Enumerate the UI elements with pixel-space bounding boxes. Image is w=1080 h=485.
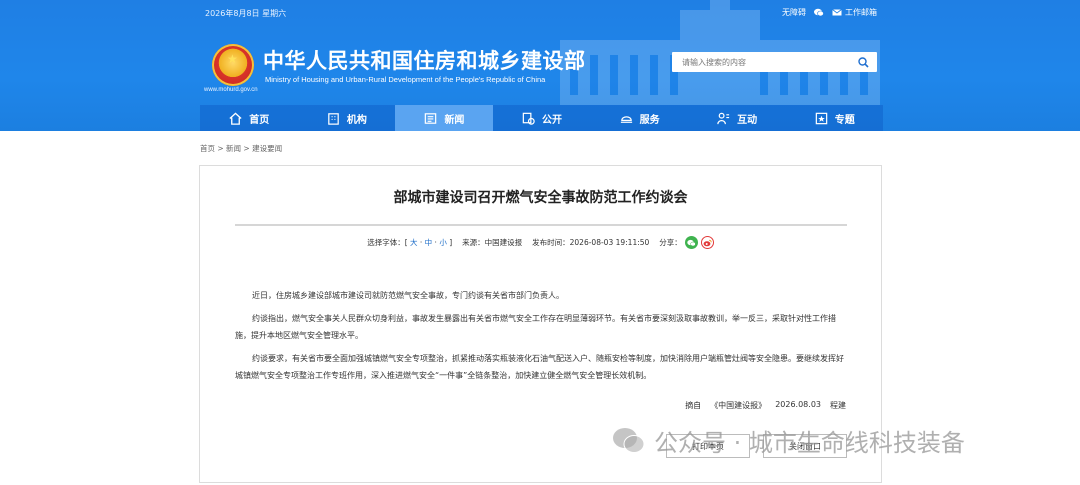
article-paragraph: 约谈指出，燃气安全事关人民群众切身利益，事故发生暴露出有关省市燃气安全工作存在明… [235,314,836,340]
weibo-share-icon[interactable] [700,236,714,249]
search-button[interactable] [849,52,877,72]
font-size-selector: 选择字体：[ 大 · 中 · 小 ] [367,238,453,247]
nav-item-interaction[interactable]: 互动 [688,105,786,131]
site-subtitle: Ministry of Housing and Urban-Rural Deve… [265,75,546,84]
font-size-large[interactable]: 大 [410,238,418,247]
signature-date: 2026.08.03 [775,400,821,409]
nav-label: 互动 [737,114,758,126]
nav-item-home[interactable]: 首页 [200,105,298,131]
share-area: 分享： [659,236,714,249]
signature-publication: 《中国建设报》 [710,401,767,410]
search-icon [857,56,869,68]
article-source: 来源：中国建设报 [462,238,523,247]
article-signature: 摘自 《中国建设报》 2026.08.03 程建 [685,400,846,411]
disclosure-icon [522,112,535,125]
article-paragraph: 约谈要求，有关省市要全面加强城镇燃气安全专项整治，抓紧推动落实瓶装液化石油气配送… [235,354,844,380]
watermark-text: 公众号 · 城市生命线科技装备 [654,429,965,457]
nav-label: 公开 [542,114,563,126]
breadcrumb[interactable]: 首页 > 新闻 > 建设要闻 [200,143,282,154]
watermark: 公众号 · 城市生命线科技装备 [612,423,965,458]
site-title: 中华人民共和国住房和城乡建设部 [263,49,586,73]
font-size-label: 选择字体： [367,238,405,247]
national-emblem-logo: ★ [212,44,254,86]
work-email-link[interactable]: 工作邮箱 [845,7,877,18]
font-size-small[interactable]: 小 [439,238,447,247]
nav-label: 专题 [834,114,855,126]
top-links: 无障碍 工作邮箱 [782,7,877,18]
search-box [672,52,877,72]
site-header: 2026年8月8日 星期六 无障碍 工作邮箱 ★ 中华人民共和国住房和城乡建设部… [0,0,1080,131]
wechat-share-icon[interactable] [684,236,698,249]
article-body: 近日，住房城乡建设部城市建设司就防范燃气安全事故，专门约谈有关省市部门负责人。 … [235,287,848,390]
nav-item-news[interactable]: 新闻 [395,105,493,131]
nav-label: 服务 [639,114,660,126]
signature-prefix: 摘自 [685,401,702,410]
nav-item-institution[interactable]: 机构 [298,105,396,131]
font-size-medium[interactable]: 中 [425,238,433,247]
interaction-icon [717,112,730,124]
mail-icon [832,9,842,16]
search-input[interactable] [680,52,849,72]
signature-author: 程建 [830,401,846,410]
publish-time: 发布时间：2026-08-03 19:11:50 [532,238,650,247]
article-paragraph: 近日，住房城乡建设部城市建设司就防范燃气安全事故，专门约谈有关省市部门负责人。 [252,291,564,300]
site-url: www.mohurd.gov.cn [204,87,258,93]
current-date: 2026年8月8日 星期六 [205,9,287,18]
wechat-icon[interactable] [814,8,824,17]
share-label: 分享： [659,238,682,247]
wechat-watermark-icon [613,427,645,453]
news-icon [425,112,437,124]
article-title: 部城市建设司召开燃气安全事故防范工作约谈会 [393,190,688,206]
article-meta: 选择字体：[ 大 · 中 · 小 ] 来源：中国建设报 发布时间：2026-08… [200,236,881,249]
service-icon [620,115,632,123]
topic-icon [815,112,828,124]
nav-label: 机构 [346,114,367,126]
nav-item-topic[interactable]: 专题 [785,105,883,131]
home-icon [229,111,242,125]
nav-label: 新闻 [444,114,465,126]
accessibility-link[interactable]: 无障碍 [782,7,806,18]
nav-item-disclosure[interactable]: 公开 [493,105,591,131]
nav-item-service[interactable]: 服务 [590,105,688,131]
title-divider [235,224,847,226]
building-icon [328,112,339,125]
nav-label: 首页 [249,114,270,126]
main-nav: 首页 机构 新闻 公开 服务 互动 专题 [200,105,883,131]
